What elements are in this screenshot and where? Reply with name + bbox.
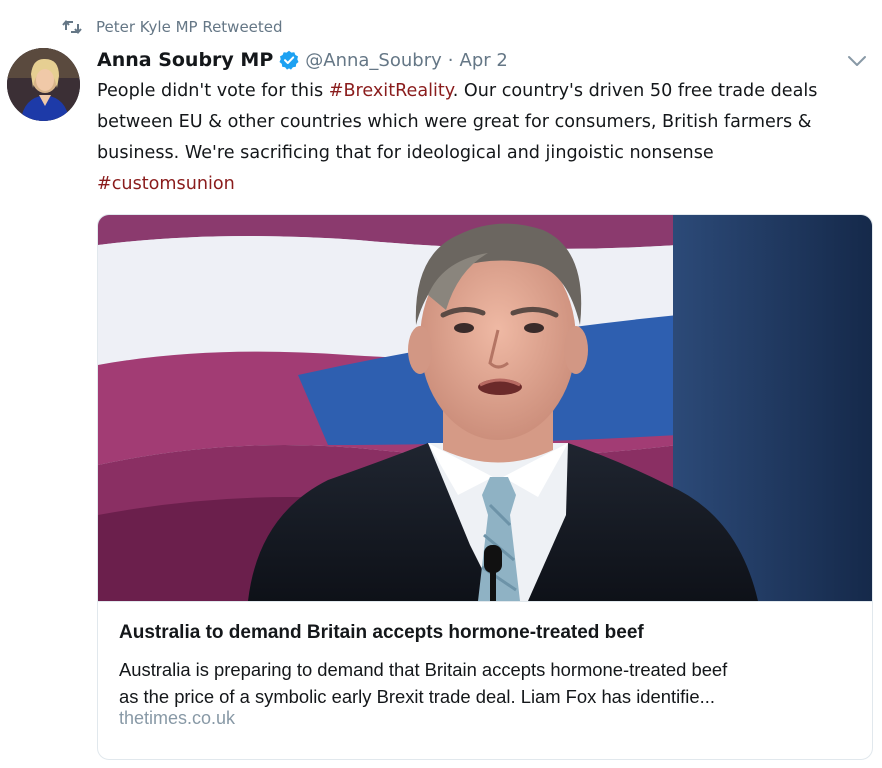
tweet-text-segment: . Our country's driven 50 free trade dea… [452, 81, 818, 101]
link-preview-card[interactable]: Australia to demand Britain accepts horm… [97, 214, 873, 760]
tweet-text-line-4: #customsunion [97, 169, 869, 200]
avatar[interactable] [7, 48, 80, 121]
hashtag-link-brexitreality[interactable]: #BrexitReality [329, 81, 453, 101]
avatar-image [7, 48, 80, 121]
retweet-icon [62, 19, 82, 35]
tweet-text-segment: People didn't vote for this [97, 81, 329, 101]
tweet-text: People didn't vote for this #BrexitReali… [97, 76, 869, 200]
tweet-text-line-3: business. We're sacrificing that for ide… [97, 143, 714, 163]
hashtag-link-customsunion[interactable]: #customsunion [97, 174, 235, 194]
tweet-text-line-2: between EU & other countries which were … [97, 112, 812, 132]
card-description: Australia is preparing to demand that Br… [119, 656, 859, 710]
card-domain: thetimes.co.uk [119, 708, 236, 728]
retweet-label[interactable]: Peter Kyle MP Retweeted [96, 18, 283, 36]
tweet-header: Anna Soubry MP @Anna_Soubry · Apr 2 [97, 46, 508, 74]
author-handle[interactable]: @Anna_Soubry [305, 50, 442, 71]
card-image [98, 215, 872, 601]
author-display-name[interactable]: Anna Soubry MP [97, 49, 273, 71]
separator-dot: · [447, 49, 454, 71]
verified-badge-icon [279, 50, 299, 70]
retweet-context[interactable]: Peter Kyle MP Retweeted [62, 14, 283, 40]
card-title[interactable]: Australia to demand Britain accepts horm… [119, 622, 644, 644]
card-body: Australia to demand Britain accepts horm… [98, 601, 872, 759]
card-description-line-1: Australia is preparing to demand that Br… [119, 659, 728, 680]
tweet-text-line-1: People didn't vote for this #BrexitReali… [97, 76, 869, 107]
chevron-down-icon[interactable] [846, 54, 868, 68]
tweet-timestamp[interactable]: Apr 2 [460, 50, 508, 71]
card-description-line-2: as the price of a symbolic early Brexit … [119, 686, 715, 707]
